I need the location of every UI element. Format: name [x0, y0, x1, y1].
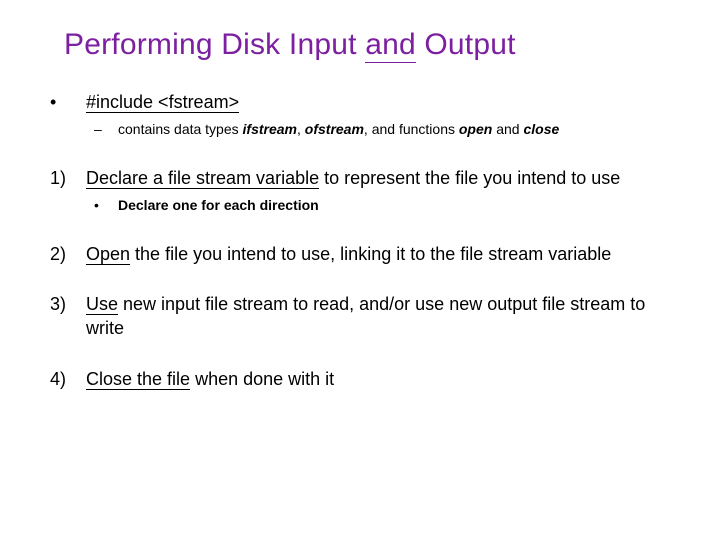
slide-title: Performing Disk Input and Output: [64, 28, 670, 62]
italic-text: open: [459, 121, 492, 137]
list-item: #include <fstream> contains data types if…: [50, 90, 670, 140]
sub-list: contains data types ifstream, ofstream, …: [86, 120, 670, 140]
underlined-text: Use: [86, 294, 118, 315]
text-run: ,: [297, 121, 305, 137]
italic-text: ofstream: [305, 121, 364, 137]
underlined-text: Open: [86, 244, 130, 265]
list-item-body: Open the file you intend to use, linking…: [86, 242, 670, 266]
underlined-text: #include <fstream>: [86, 92, 239, 113]
slide: Performing Disk Input and Output #includ…: [0, 0, 720, 540]
text-run: and: [492, 121, 523, 137]
list-item: Use new input file stream to read, and/o…: [50, 292, 670, 341]
bullet-list: #include <fstream> contains data types if…: [50, 90, 670, 391]
sub-list-item: contains data types ifstream, ofstream, …: [86, 120, 670, 140]
sub-list: Declare one for each direction: [86, 196, 670, 216]
text-run: the file you intend to use, linking it t…: [130, 244, 611, 264]
italic-text: close: [523, 121, 559, 137]
list-item-body: #include <fstream>: [86, 90, 670, 114]
list-item-body: Use new input file stream to read, and/o…: [86, 292, 670, 341]
list-item: Open the file you intend to use, linking…: [50, 242, 670, 266]
list-item: Declare a file stream variable to repres…: [50, 166, 670, 216]
text-run: to represent the file you intend to use: [319, 168, 620, 188]
list-item-body: Declare a file stream variable to repres…: [86, 166, 670, 190]
text-run: new input file stream to read, and/or us…: [86, 294, 645, 338]
text-run: contains data types: [118, 121, 243, 137]
italic-text: ifstream: [243, 121, 297, 137]
underlined-text: Close the file: [86, 369, 190, 390]
text-run: , and functions: [364, 121, 459, 137]
text-run: when done with it: [190, 369, 334, 389]
sub-list-item: Declare one for each direction: [86, 196, 670, 216]
underlined-text: Declare a file stream variable: [86, 168, 319, 189]
title-underline: and: [365, 28, 416, 63]
list-item-body: Close the file when done with it: [86, 367, 670, 391]
bold-text: Declare one for each direction: [118, 197, 319, 213]
title-post: Output: [416, 28, 516, 61]
title-pre: Performing Disk Input: [64, 28, 365, 61]
list-item: Close the file when done with it: [50, 367, 670, 391]
